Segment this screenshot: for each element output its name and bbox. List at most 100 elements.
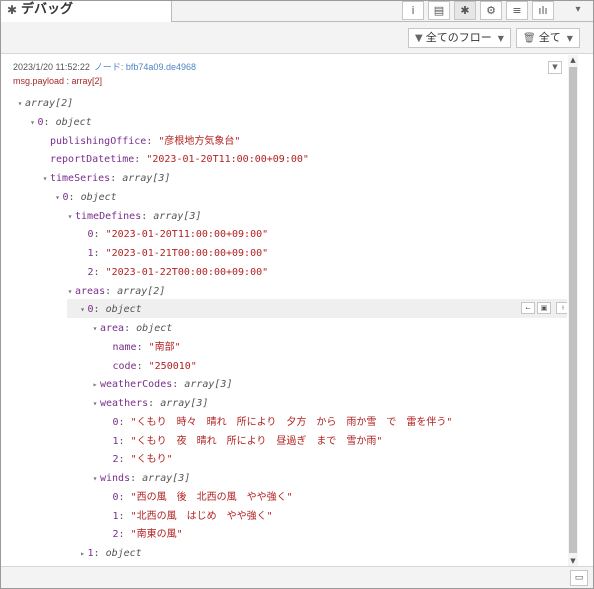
expanded-caret-icon[interactable]: ▾	[40, 170, 50, 188]
tree-colon: :	[136, 360, 149, 372]
tree-row[interactable]: ▾ weathers: array[3]	[90, 395, 209, 413]
scroll-up-icon[interactable]: ▲	[568, 55, 578, 65]
pin-button[interactable]: ⍿	[556, 302, 567, 314]
tree-row: publishingOffice: "彦根地方気象台"	[40, 133, 240, 151]
tree-key: publishingOffice	[50, 135, 147, 147]
message-timestamp: 2023/1/20 11:52:22	[13, 62, 90, 72]
filter-flows-button[interactable]: ▼ 全てのフロー ▼	[408, 28, 511, 48]
tree-row: 1: "2023-01-21T00:00:00+09:00"	[78, 245, 269, 263]
expanded-caret-icon[interactable]: ▾	[65, 208, 75, 226]
expanded-caret-icon[interactable]: ▾	[15, 95, 25, 113]
debug-tab-button[interactable]: ✱	[454, 1, 476, 20]
tree-row[interactable]: ▾ 0: object	[78, 301, 142, 319]
tree-colon: :	[141, 210, 154, 222]
help-tab-button[interactable]: ▤	[428, 1, 450, 20]
info-tab-button[interactable]: i	[402, 1, 424, 20]
copy-path-icon: ⌙	[525, 304, 531, 312]
tree-colon: :	[118, 529, 131, 541]
tree-value: "北西の風 はじめ やや強く"	[130, 510, 273, 522]
tree-row[interactable]: ▸ weatherCodes: array[3]	[90, 376, 233, 394]
tree-row: 2: "2023-01-22T00:00:00+09:00"	[78, 264, 269, 282]
tree-row[interactable]: ▾ area: object	[90, 320, 173, 338]
tree-type: array[2]	[117, 285, 166, 297]
tree-colon: :	[110, 173, 123, 184]
tree-colon: :	[118, 491, 131, 503]
collapsed-caret-icon[interactable]: ▸	[78, 545, 88, 563]
copy-path-button[interactable]: ⌙	[521, 302, 535, 314]
tree-value: "彦根地方気象台"	[158, 135, 241, 147]
tree-row[interactable]: ▾ 0: object	[53, 189, 117, 207]
tree-type: array[3]	[153, 210, 202, 222]
sidebar-menu-button[interactable]: ▾	[567, 1, 589, 20]
tree-value: "くもり"	[130, 454, 173, 466]
expanded-caret-icon[interactable]: ▾	[28, 114, 38, 132]
expanded-caret-icon[interactable]: ▾	[53, 189, 63, 207]
caret-down-icon: ▾	[575, 4, 581, 15]
scrollbar[interactable]: ▲ ▼	[568, 55, 578, 566]
tree-row[interactable]: ▾ timeSeries: array[3]	[40, 170, 171, 188]
tree-key: winds	[100, 473, 131, 484]
debug-panel: ✱ デバッグ i ▤ ✱ ⚙ ≡ ılı ▾ ▼ 全てのフロー ▼ 🗑 全て ▼ 202…	[0, 0, 594, 589]
dashboard-tab-button[interactable]: ılı	[532, 1, 554, 20]
tree-key: areas	[75, 285, 106, 297]
trash-icon: 🗑	[523, 33, 536, 44]
scroll-down-icon[interactable]: ▼	[568, 556, 578, 566]
tree-type: object	[105, 548, 142, 559]
tree-row: name: "南部"	[103, 339, 181, 357]
tree-key: code	[112, 360, 137, 372]
context-tab-button[interactable]: ≡	[506, 1, 528, 20]
clear-messages-button[interactable]: 🗑 全て ▼	[516, 28, 580, 48]
collapsed-caret-icon[interactable]: ▸	[90, 376, 100, 394]
tree-row[interactable]: ▾ winds: array[3]	[90, 470, 191, 488]
tree-value: "南部"	[148, 341, 181, 353]
tree-key: timeSeries	[50, 173, 111, 184]
row-highlight	[67, 299, 567, 318]
copy-value-button[interactable]: ▣	[537, 302, 551, 314]
caret-down-icon: ▼	[497, 34, 504, 43]
bug-icon: ✱	[7, 3, 18, 17]
tree-colon: :	[134, 154, 147, 166]
tree-row: 0: "くもり 時々 晴れ 所により 夕方 から 雨か雪 で 雷を伴う"	[103, 414, 453, 432]
tree-colon: :	[146, 135, 159, 147]
tree-row[interactable]: ▸ 1: object	[78, 545, 142, 563]
expanded-caret-icon[interactable]: ▾	[90, 395, 100, 413]
tree-colon: :	[136, 341, 149, 353]
tree-key: name	[112, 341, 137, 353]
tab-debug[interactable]: ✱ デバッグ	[1, 1, 172, 22]
message-node-link[interactable]: ノード: bfb74a09.de4968	[94, 62, 196, 72]
tree-type: object	[80, 191, 117, 203]
filter-label: 全てのフロー	[425, 31, 492, 44]
monitor-icon: ▭	[574, 573, 584, 583]
tree-value: "2023-01-22T00:00:00+09:00"	[105, 266, 269, 278]
tree-row: 1: "くもり 夜 晴れ 所により 昼過ぎ まで 雪か雨"	[103, 433, 383, 451]
tree-colon: :	[118, 454, 131, 466]
tree-row: 1: "北西の風 はじめ やや強く"	[103, 508, 273, 526]
sidebar-footer: ▭	[1, 566, 593, 588]
tree-row[interactable]: ▾ array[2]	[15, 95, 74, 113]
tree-value: "くもり 夜 晴れ 所により 昼過ぎ まで 雪か雨"	[130, 435, 383, 447]
config-tab-button[interactable]: ⚙	[480, 1, 502, 20]
sidebar-header: ✱ デバッグ i ▤ ✱ ⚙ ≡ ılı ▾	[1, 1, 593, 22]
bug-icon: ✱	[460, 4, 470, 17]
expanded-caret-icon[interactable]: ▾	[90, 470, 100, 488]
bar-chart-icon: ılı	[538, 4, 548, 17]
tree-key: weathers	[100, 398, 149, 409]
scrollbar-thumb[interactable]	[569, 67, 577, 553]
tree-colon: :	[118, 510, 131, 522]
tree-row: 2: "南東の風"	[103, 526, 183, 544]
expanded-caret-icon[interactable]: ▾	[90, 320, 100, 338]
expanded-caret-icon[interactable]: ▾	[65, 283, 75, 301]
open-debug-window-button[interactable]: ▭	[570, 570, 588, 586]
tree-value: "南東の風"	[130, 529, 183, 541]
message-meta: 2023/1/20 11:52:22 ノード: bfb74a09.de4968	[13, 61, 196, 73]
tree-row[interactable]: ▾ 0: object	[28, 114, 92, 132]
tree-type: object	[55, 116, 92, 128]
tree-row[interactable]: ▾ timeDefines: array[3]	[65, 208, 202, 226]
message-topic: msg.payload : array[2]	[13, 76, 103, 86]
tree-colon: :	[105, 285, 118, 297]
tree-row[interactable]: ▾ areas: array[2]	[65, 283, 166, 301]
tree-colon: :	[93, 266, 106, 278]
debug-toolbar: ▼ 全てのフロー ▼ 🗑 全て ▼	[1, 22, 593, 54]
expanded-caret-icon[interactable]: ▾	[78, 301, 88, 319]
message-menu-button[interactable]: ▼	[548, 61, 562, 74]
